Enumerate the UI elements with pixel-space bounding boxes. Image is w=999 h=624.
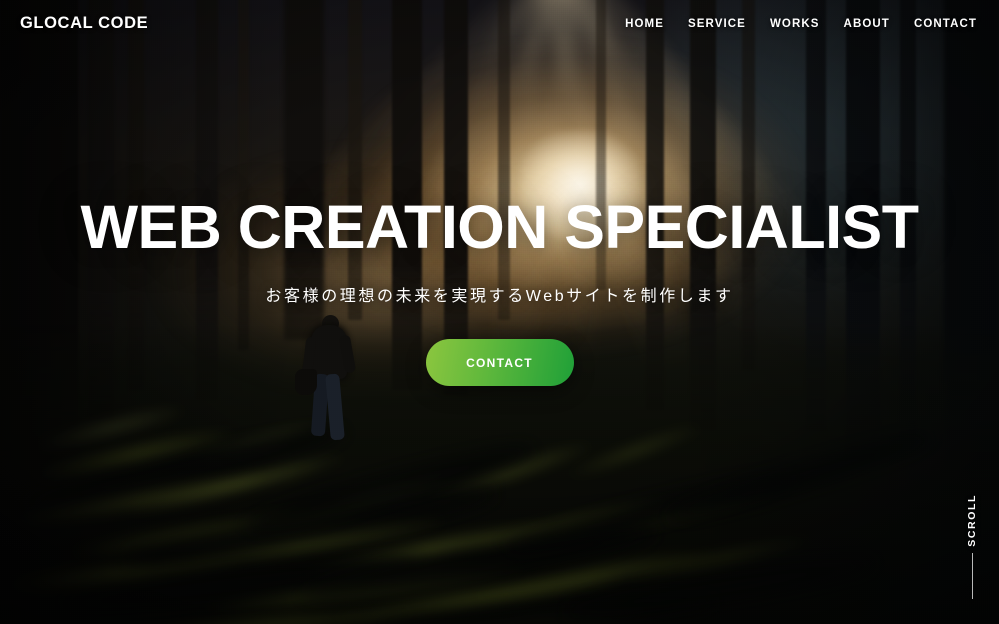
scroll-indicator-label: SCROLL	[966, 494, 978, 547]
hero-headline: WEB CREATION SPECIALIST	[80, 193, 919, 261]
nav-item-contact[interactable]: CONTACT	[914, 18, 977, 30]
scroll-indicator-line	[971, 552, 973, 599]
contact-cta-button[interactable]: CONTACT	[425, 339, 574, 387]
hero-section: GLOCAL CODE HOME SERVICE WORKS ABOUT CONTACT…	[0, 0, 999, 624]
nav-item-service[interactable]: SERVICE	[688, 18, 746, 30]
hero-subheadline: お客様の理想の未来を実現するWebサイトを制作します	[265, 288, 734, 306]
site-logo[interactable]: GLOCAL CODE	[20, 14, 148, 33]
site-header: GLOCAL CODE HOME SERVICE WORKS ABOUT CONTACT	[0, 0, 999, 47]
hero-content: WEB CREATION SPECIALIST お客様の理想の未来を実現するWe…	[0, 193, 999, 387]
nav-item-works[interactable]: WORKS	[770, 18, 820, 30]
nav-item-about[interactable]: ABOUT	[844, 18, 890, 30]
scroll-indicator[interactable]: SCROLL	[957, 494, 987, 624]
nav-item-home[interactable]: HOME	[625, 18, 664, 30]
main-navigation: HOME SERVICE WORKS ABOUT CONTACT	[625, 18, 977, 30]
